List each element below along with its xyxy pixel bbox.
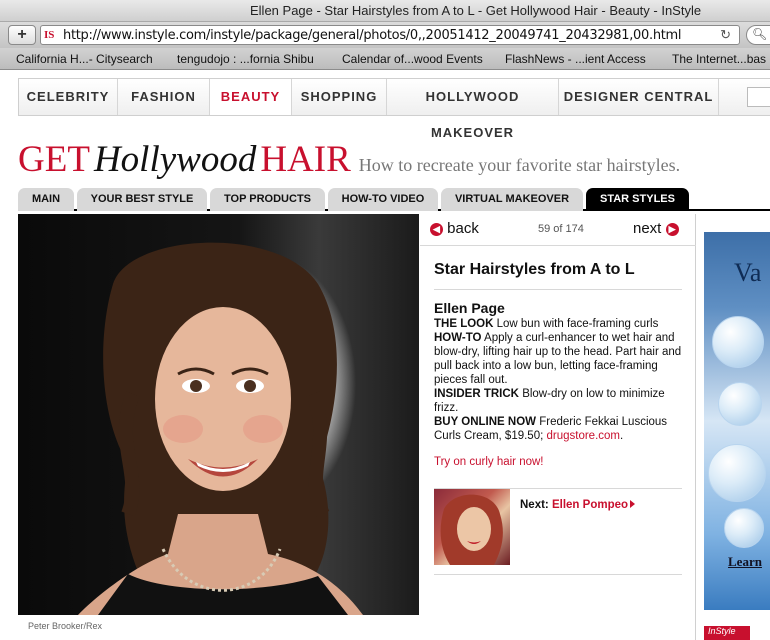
search-field[interactable]: 🔍︎ <box>746 25 770 45</box>
next-celebrity-link[interactable]: Next: Ellen Pompeo <box>520 499 636 511</box>
title-get: GET <box>18 139 90 180</box>
ad-footer-logo: InStyle <box>704 626 750 640</box>
title-hollywood: Hollywood <box>93 139 257 180</box>
photo-credit: Peter Brooker/Rex <box>28 621 103 631</box>
page-title: GET Hollywood HAIR How to recreate your … <box>18 138 680 181</box>
bookmark-item[interactable]: The Internet...bas <box>672 52 766 66</box>
bookmark-item[interactable]: tengudojo : ...fornia Shibu <box>177 52 314 66</box>
ad-bubble <box>708 444 766 502</box>
ad-learn-link[interactable]: Learn <box>728 554 762 570</box>
nav-fashion[interactable]: FASHION <box>118 79 210 115</box>
style-description: Ellen Page THE LOOK Low bun with face-fr… <box>434 300 686 443</box>
trick-label: INSIDER TRICK <box>434 388 519 400</box>
add-bookmark-button[interactable]: + <box>8 25 36 45</box>
ad-bubble <box>724 508 764 548</box>
try-curly-hair-link[interactable]: Try on curly hair now! <box>434 456 544 468</box>
drugstore-link[interactable]: drugstore.com <box>547 430 621 442</box>
site-navigation: CELEBRITY FASHION BEAUTY SHOPPING HOLLYW… <box>18 78 770 140</box>
nav-celebrity[interactable]: CELEBRITY <box>19 79 118 115</box>
trick-line: INSIDER TRICK Blow-dry on low to minimiz… <box>434 387 686 415</box>
gallery-title: Star Hairstyles from A to L <box>434 261 635 278</box>
reload-icon[interactable]: ↻ <box>720 27 731 43</box>
portrait-illustration <box>78 242 363 615</box>
site-favicon-icon: IS <box>44 29 55 41</box>
tab-main[interactable]: MAIN <box>18 188 74 211</box>
howto-line: HOW-TO Apply a curl-enhancer to wet hair… <box>434 331 686 387</box>
buy-line: BUY ONLINE NOW Frederic Fekkai Luscious … <box>434 415 686 443</box>
window-title: Ellen Page - Star Hairstyles from A to L… <box>250 3 702 18</box>
window-titlebar: Ellen Page - Star Hairstyles from A to L… <box>0 0 770 22</box>
look-text: Low bun with face-framing curls <box>496 318 659 330</box>
divider <box>420 245 696 246</box>
tab-star-styles[interactable]: STAR STYLES <box>586 188 689 211</box>
howto-label: HOW-TO <box>434 332 482 344</box>
bookmark-item[interactable]: FlashNews - ...ient Access <box>505 52 646 66</box>
advertisement-banner[interactable]: Va Learn <box>704 232 770 610</box>
celebrity-photo <box>18 214 419 615</box>
tab-how-to-video[interactable]: HOW-TO VIDEO <box>328 188 438 211</box>
arrow-left-icon: ◀ <box>430 223 443 236</box>
back-button[interactable]: ◀ back <box>430 220 479 237</box>
next-thumbnail[interactable] <box>434 489 510 565</box>
section-tabs: MAIN YOUR BEST STYLE TOP PRODUCTS HOW-TO… <box>18 188 770 211</box>
nav-designer-central[interactable]: DESIGNER CENTRAL <box>559 79 719 115</box>
arrow-right-icon: ▶ <box>665 223 679 236</box>
ad-heading: Va <box>734 258 762 287</box>
nav-shopping[interactable]: SHOPPING <box>292 79 387 115</box>
celebrity-name: Ellen Page <box>434 300 505 316</box>
page-subtitle: How to recreate your favorite star hairs… <box>358 155 681 175</box>
look-label: THE LOOK <box>434 318 494 330</box>
divider <box>434 574 682 575</box>
site-search-input[interactable] <box>747 87 770 107</box>
tab-your-best-style[interactable]: YOUR BEST STYLE <box>77 188 207 211</box>
next-portrait-illustration <box>440 494 503 565</box>
next-button[interactable]: next ▶ <box>633 220 679 237</box>
slide-counter: 59 of 174 <box>538 223 584 235</box>
tab-top-products[interactable]: TOP PRODUCTS <box>210 188 325 211</box>
bookmark-item[interactable]: California H...- Citysearch <box>16 52 153 66</box>
buy-label: BUY ONLINE NOW <box>434 416 537 428</box>
next-prefix: Next: <box>520 499 549 511</box>
buy-end: . <box>620 430 624 442</box>
next-label: next <box>633 220 662 237</box>
next-celebrity-name: Ellen Pompeo <box>551 499 629 511</box>
ad-bubble <box>718 382 762 426</box>
divider <box>434 289 682 290</box>
ad-bubble <box>712 316 764 368</box>
bookmarks-bar: California H...- Citysearch tengudojo : … <box>0 48 770 70</box>
url-text[interactable]: http://www.instyle.com/instyle/package/g… <box>63 28 682 43</box>
address-bar[interactable]: IS http://www.instyle.com/instyle/packag… <box>40 25 740 45</box>
back-label: back <box>447 220 479 237</box>
title-hair: HAIR <box>260 139 351 180</box>
nav-hollywood-makeover[interactable]: HOLLYWOOD MAKEOVER <box>387 79 559 140</box>
tab-virtual-makeover[interactable]: VIRTUAL MAKEOVER <box>441 188 583 211</box>
triangle-right-icon <box>630 500 636 508</box>
bookmark-item[interactable]: Calendar of...wood Events <box>342 52 483 66</box>
gallery-panel: ◀ back 59 of 174 next ▶ Star Hairstyles … <box>420 214 696 640</box>
search-icon: 🔍︎ <box>752 27 768 41</box>
nav-beauty[interactable]: BEAUTY <box>210 79 292 115</box>
look-line: THE LOOK Low bun with face-framing curls <box>434 317 686 331</box>
browser-toolbar: + IS http://www.instyle.com/instyle/pack… <box>0 22 770 48</box>
